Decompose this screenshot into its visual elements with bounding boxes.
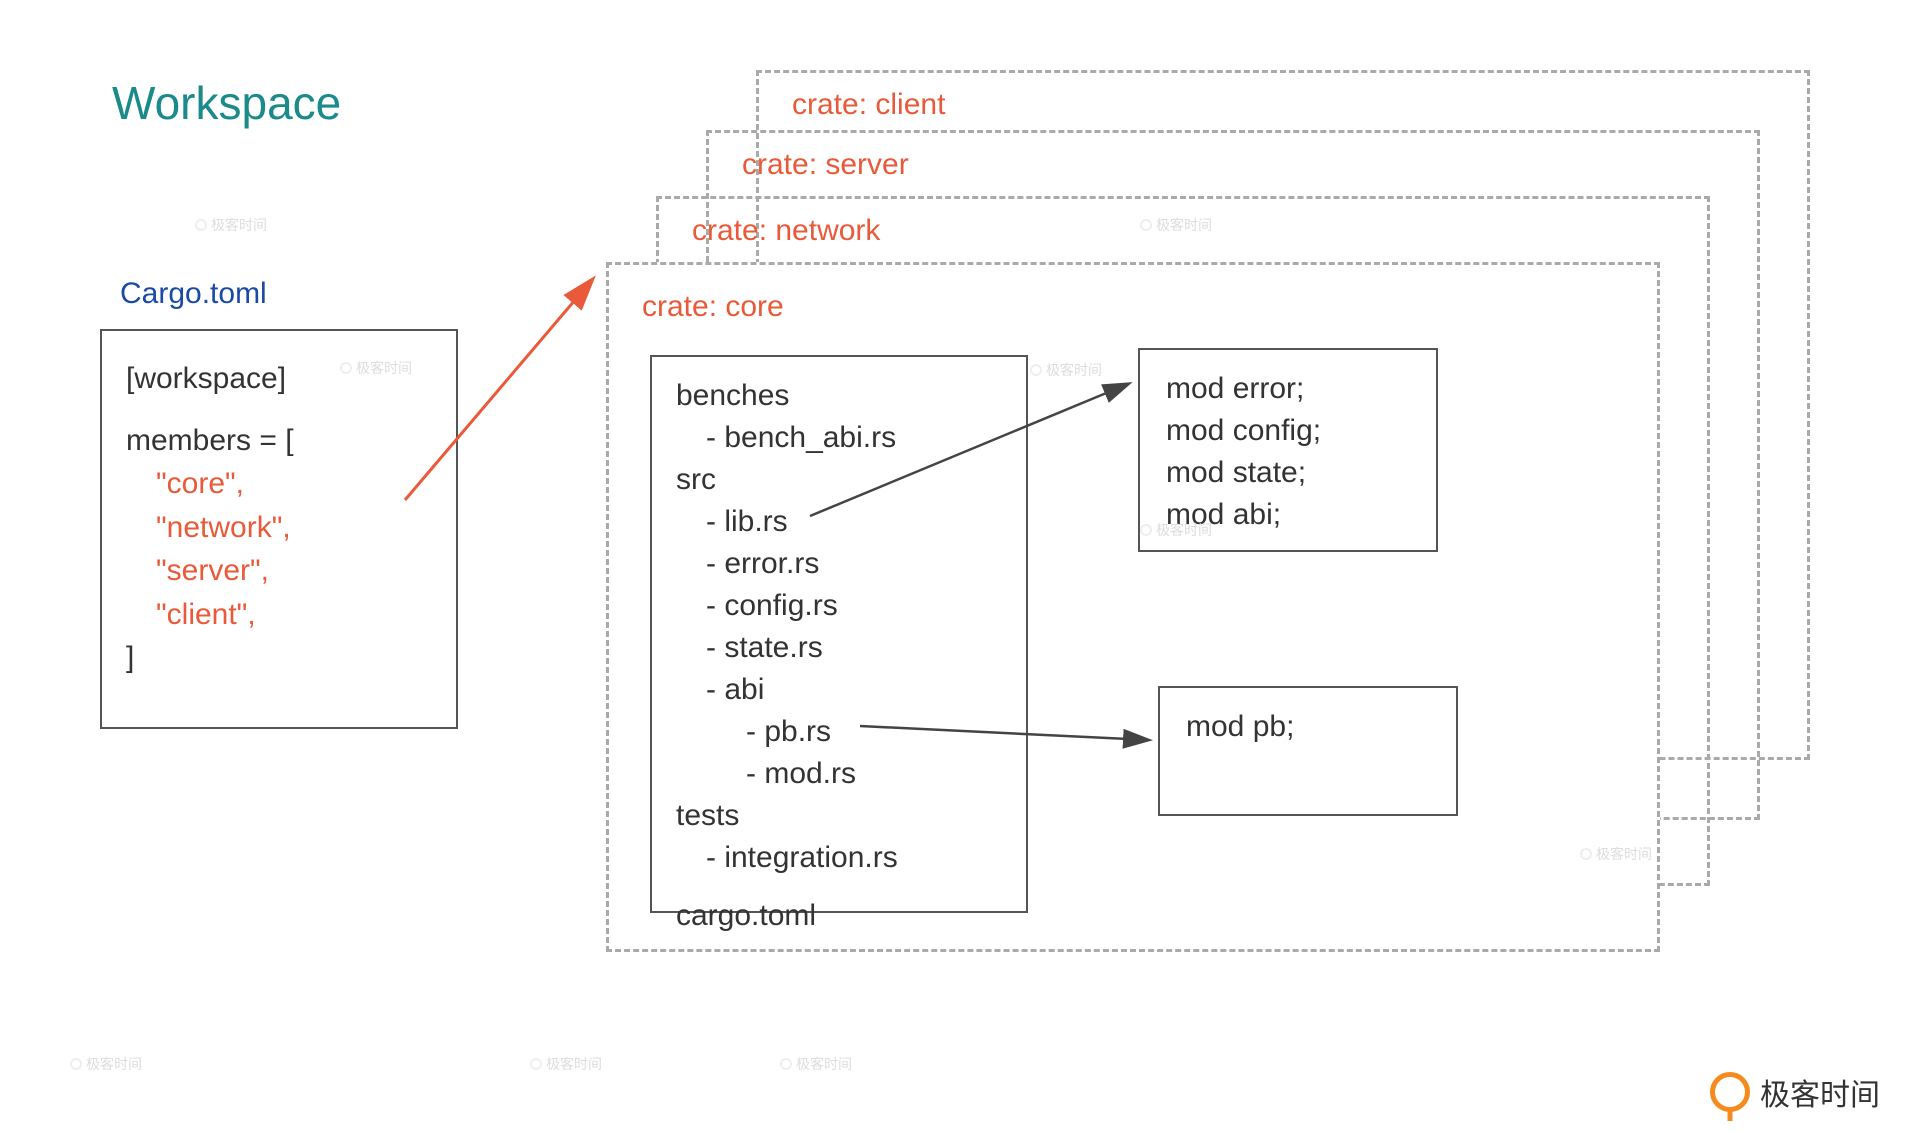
crate-client-label: crate: client: [792, 88, 945, 122]
error-rs-file: - error.rs: [676, 543, 1002, 585]
diagram-title: Workspace: [112, 76, 341, 130]
members-key: members = [: [126, 419, 432, 463]
src-dir: src: [676, 459, 1002, 501]
watermark: 极客时间: [70, 1054, 142, 1074]
logo-icon: [1710, 1072, 1750, 1112]
watermark: 极客时间: [1030, 360, 1102, 380]
core-files-box: benches - bench_abi.rs src - lib.rs - er…: [650, 355, 1028, 913]
abi-dir: - abi: [676, 669, 1002, 711]
footer-logo: 极客时间: [1710, 1070, 1880, 1114]
crate-server-label: crate: server: [742, 148, 909, 182]
crate-network-label: crate: network: [692, 214, 880, 248]
member-client: "client",: [126, 593, 432, 637]
cargo-toml-label: Cargo.toml: [120, 277, 267, 311]
footer-text: 极客时间: [1760, 1070, 1880, 1114]
benches-dir: benches: [676, 375, 1002, 417]
integration-rs-file: - integration.rs: [676, 837, 1002, 879]
mod-error: mod error;: [1166, 368, 1410, 410]
mod-config: mod config;: [1166, 410, 1410, 452]
bench-abi-file: - bench_abi.rs: [676, 417, 1002, 459]
tests-dir: tests: [676, 795, 1002, 837]
crate-core-label: crate: core: [642, 290, 784, 324]
config-rs-file: - config.rs: [676, 585, 1002, 627]
mod-pb: mod pb;: [1186, 706, 1430, 748]
member-core: "core",: [126, 462, 432, 506]
crate-cargo-toml: cargo.toml: [676, 895, 1002, 937]
watermark: 极客时间: [1580, 844, 1652, 864]
cargo-toml-box: [workspace] members = [ "core", "network…: [100, 329, 458, 729]
member-network: "network",: [126, 506, 432, 550]
watermark: 极客时间: [340, 358, 412, 378]
watermark: 极客时间: [780, 1054, 852, 1074]
mod-state: mod state;: [1166, 452, 1410, 494]
lib-rs-file: - lib.rs: [676, 501, 1002, 543]
abi-mods-box: mod pb;: [1158, 686, 1458, 816]
watermark: 极客时间: [1140, 215, 1212, 235]
watermark: 极客时间: [530, 1054, 602, 1074]
watermark: 极客时间: [195, 215, 267, 235]
watermark: 极客时间: [1140, 520, 1212, 540]
state-rs-file: - state.rs: [676, 627, 1002, 669]
mod-rs-file: - mod.rs: [676, 753, 1002, 795]
member-server: "server",: [126, 549, 432, 593]
members-close: ]: [126, 636, 432, 680]
pb-rs-file: - pb.rs: [676, 711, 1002, 753]
